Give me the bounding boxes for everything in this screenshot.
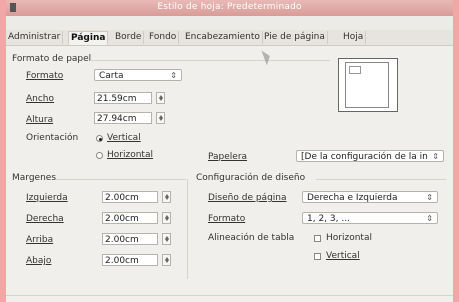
width-spinner[interactable]: [156, 92, 165, 104]
combo-arrow-icon: ⇕: [426, 193, 433, 202]
spin-down-icon: [159, 98, 163, 101]
margin-bottom-label: Abajo: [26, 256, 52, 266]
page-layout-combo[interactable]: Derecha e Izquierda ⇕: [302, 191, 438, 203]
margin-bottom-spinner[interactable]: [162, 254, 171, 266]
window-title: Estilo de hoja: Predeterminado: [157, 2, 302, 12]
spin-down-icon: [159, 118, 163, 121]
orientation-horizontal-radio[interactable]: [96, 152, 103, 159]
margin-right-label: Derecha: [26, 214, 64, 224]
format-label: Formato: [26, 71, 64, 81]
table-align-label: Alineación de tabla: [208, 233, 295, 243]
orientation-vertical-label[interactable]: Vertical: [107, 133, 141, 143]
layout-section-title: Configuración de diseño: [196, 173, 306, 183]
tab-hoja[interactable]: Hoja: [341, 31, 367, 44]
vertical-divider: [187, 179, 188, 279]
layout-separator: [316, 179, 446, 180]
margins-separator: [56, 179, 186, 180]
page-layout-value: Derecha e Izquierda: [307, 193, 398, 203]
table-align-horizontal-checkbox[interactable]: [314, 235, 321, 242]
paper-section-title: Formato de papel: [12, 54, 92, 64]
margin-top-spinner[interactable]: [162, 233, 171, 245]
preview-page: [345, 62, 389, 108]
spin-down-icon: [165, 260, 169, 263]
combo-arrow-icon: ⇕: [426, 214, 433, 223]
margin-left-field[interactable]: 2.00cm: [102, 191, 158, 203]
table-align-vertical-checkbox[interactable]: [314, 253, 321, 260]
tab-pie-de-pagina[interactable]: Pie de página: [262, 31, 328, 44]
tab-borde[interactable]: Borde: [113, 31, 145, 44]
margin-top-field[interactable]: 2.00cm: [102, 233, 158, 245]
tab-administrar[interactable]: Administrar: [6, 31, 64, 44]
titlebar: Estilo de hoja: Predeterminado: [6, 0, 453, 16]
margin-left-label: Izquierda: [26, 193, 68, 203]
format-value: Carta: [99, 71, 124, 81]
margin-right-spinner[interactable]: [162, 212, 171, 224]
width-label: Ancho: [26, 94, 55, 104]
margin-right-field[interactable]: 2.00cm: [102, 212, 158, 224]
combo-arrow-icon: ⇕: [170, 71, 177, 80]
tray-label: Papelera: [208, 152, 248, 162]
tab-content: Formato de papel Formato Carta ⇕ Ancho 2…: [6, 45, 453, 302]
numbering-format-label: Formato: [208, 214, 246, 224]
paper-separator: [90, 60, 330, 61]
height-field[interactable]: 27.94cm: [94, 112, 152, 124]
spin-down-icon: [165, 239, 169, 242]
page-layout-label: Diseño de página: [208, 193, 287, 203]
tray-value: [De la configuración de la in: [301, 152, 428, 162]
height-spinner[interactable]: [156, 112, 165, 124]
spin-down-icon: [165, 197, 169, 200]
margins-section-title: Margenes: [12, 173, 57, 183]
spin-down-icon: [165, 218, 169, 221]
margin-bottom-field[interactable]: 2.00cm: [102, 254, 158, 266]
table-align-horizontal-label[interactable]: Horizontal: [326, 233, 372, 243]
bottom-separator: [6, 295, 453, 296]
height-label: Altura: [26, 115, 54, 125]
tab-fondo[interactable]: Fondo: [147, 31, 180, 44]
combo-arrow-icon: ⇕: [432, 152, 439, 161]
numbering-format-value: 1, 2, 3, ...: [307, 214, 350, 224]
tabs: Administrar Página Borde Fondo Encabezam…: [6, 31, 453, 45]
page-style-dialog: Estilo de hoja: Predeterminado Administr…: [6, 0, 453, 302]
table-align-vertical-label[interactable]: Vertical: [326, 251, 360, 261]
orientation-vertical-radio[interactable]: [96, 135, 103, 142]
page-preview-icon: [338, 58, 398, 112]
preview-header: [349, 66, 361, 74]
numbering-format-combo[interactable]: 1, 2, 3, ... ⇕: [302, 212, 438, 224]
tab-encabezamiento[interactable]: Encabezamiento: [183, 31, 263, 44]
margin-top-label: Arriba: [26, 235, 54, 245]
format-combo[interactable]: Carta ⇕: [94, 69, 182, 81]
orientation-horizontal-label[interactable]: Horizontal: [107, 150, 153, 160]
tab-pagina[interactable]: Página: [68, 31, 109, 45]
margin-left-spinner[interactable]: [162, 191, 171, 203]
tray-combo[interactable]: [De la configuración de la in ⇕: [296, 150, 444, 162]
orientation-label: Orientación: [26, 133, 79, 143]
width-field[interactable]: 21.59cm: [94, 92, 152, 104]
